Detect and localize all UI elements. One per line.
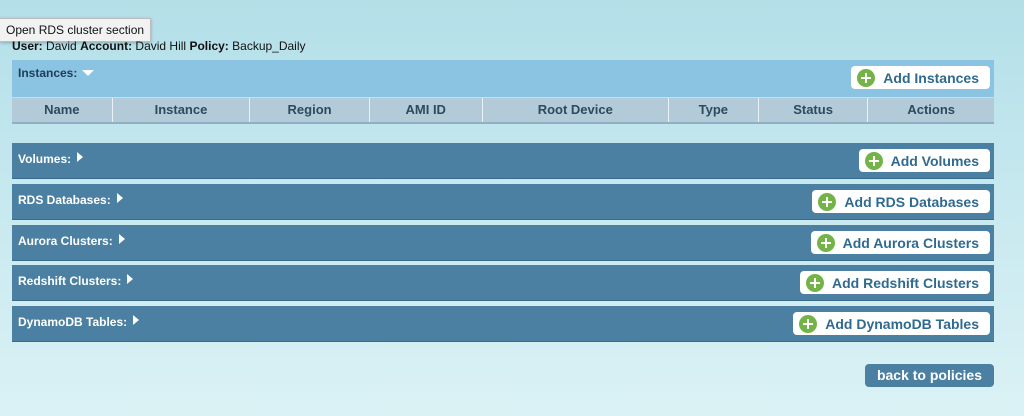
aurora-clusters-toggle[interactable]: Aurora Clusters: [18,234,125,248]
back-to-policies-button[interactable]: back to policies [865,364,994,387]
triangle-right-icon [118,234,125,244]
add-redshift-clusters-button[interactable]: Add Redshift Clusters [799,271,990,294]
user-info-line: User: David Account: David Hill Policy: … [12,39,306,53]
column-header-root-device[interactable]: Root Device [483,98,669,122]
instances-section: Instances: Add Instances [12,60,994,97]
dynamodb-tables-title: DynamoDB Tables: [18,315,128,329]
add-volumes-button[interactable]: Add Volumes [858,149,990,172]
column-header-instance[interactable]: Instance [113,98,251,122]
plus-circle-icon [805,273,824,292]
plus-circle-icon [799,314,818,333]
instances-title: Instances: [18,66,78,80]
dynamodb-tables-toggle[interactable]: DynamoDB Tables: [18,315,140,329]
plus-circle-icon [818,192,837,211]
rds-databases-section: RDS Databases: Add RDS Databases [12,184,994,220]
user-value: David [46,39,77,53]
instances-table-header: Name Instance Region AMI ID Root Device … [12,98,994,124]
triangle-down-icon [82,70,95,76]
volumes-section: Volumes: Add Volumes [12,143,994,179]
add-volumes-label: Add Volumes [890,152,979,169]
policy-label: Policy: [189,39,229,53]
add-dynamodb-tables-button[interactable]: Add DynamoDB Tables [793,312,990,335]
dynamodb-tables-section: DynamoDB Tables: Add DynamoDB Tables [12,306,994,342]
plus-circle-icon [864,151,883,170]
column-header-type[interactable]: Type [669,98,759,122]
account-label: Account: [80,39,133,53]
triangle-right-icon [127,274,134,284]
account-value: David Hill [135,39,187,53]
add-redshift-clusters-label: Add Redshift Clusters [831,274,979,291]
aurora-clusters-section: Aurora Clusters: Add Aurora Clusters [12,225,994,261]
volumes-toggle[interactable]: Volumes: [18,152,84,166]
rds-databases-title: RDS Databases: [18,193,111,207]
add-instances-label: Add Instances [883,69,979,86]
policy-value: Backup_Daily [232,39,306,53]
instances-toggle[interactable]: Instances: [18,66,95,80]
plus-circle-icon [857,68,876,87]
redshift-clusters-section: Redshift Clusters: Add Redshift Clusters [12,265,994,301]
column-header-actions[interactable]: Actions [868,98,994,122]
add-instances-button[interactable]: Add Instances [851,66,990,89]
add-rds-databases-label: Add RDS Databases [844,193,979,210]
column-header-ami-id[interactable]: AMI ID [370,98,483,122]
volumes-title: Volumes: [18,152,72,166]
column-header-name[interactable]: Name [12,98,113,122]
plus-circle-icon [816,233,835,252]
column-header-status[interactable]: Status [759,98,869,122]
triangle-right-icon [133,315,140,325]
add-aurora-clusters-button[interactable]: Add Aurora Clusters [810,231,990,254]
add-rds-databases-button[interactable]: Add RDS Databases [812,190,990,213]
rds-databases-toggle[interactable]: RDS Databases: [18,193,123,207]
redshift-clusters-toggle[interactable]: Redshift Clusters: [18,274,134,288]
triangle-right-icon [116,193,123,203]
aurora-clusters-title: Aurora Clusters: [18,234,113,248]
add-dynamodb-tables-label: Add DynamoDB Tables [825,315,979,332]
user-label: User: [12,39,43,53]
column-header-region[interactable]: Region [250,98,370,122]
triangle-right-icon [77,152,84,162]
redshift-clusters-title: Redshift Clusters: [18,274,122,288]
add-aurora-clusters-label: Add Aurora Clusters [842,234,979,251]
